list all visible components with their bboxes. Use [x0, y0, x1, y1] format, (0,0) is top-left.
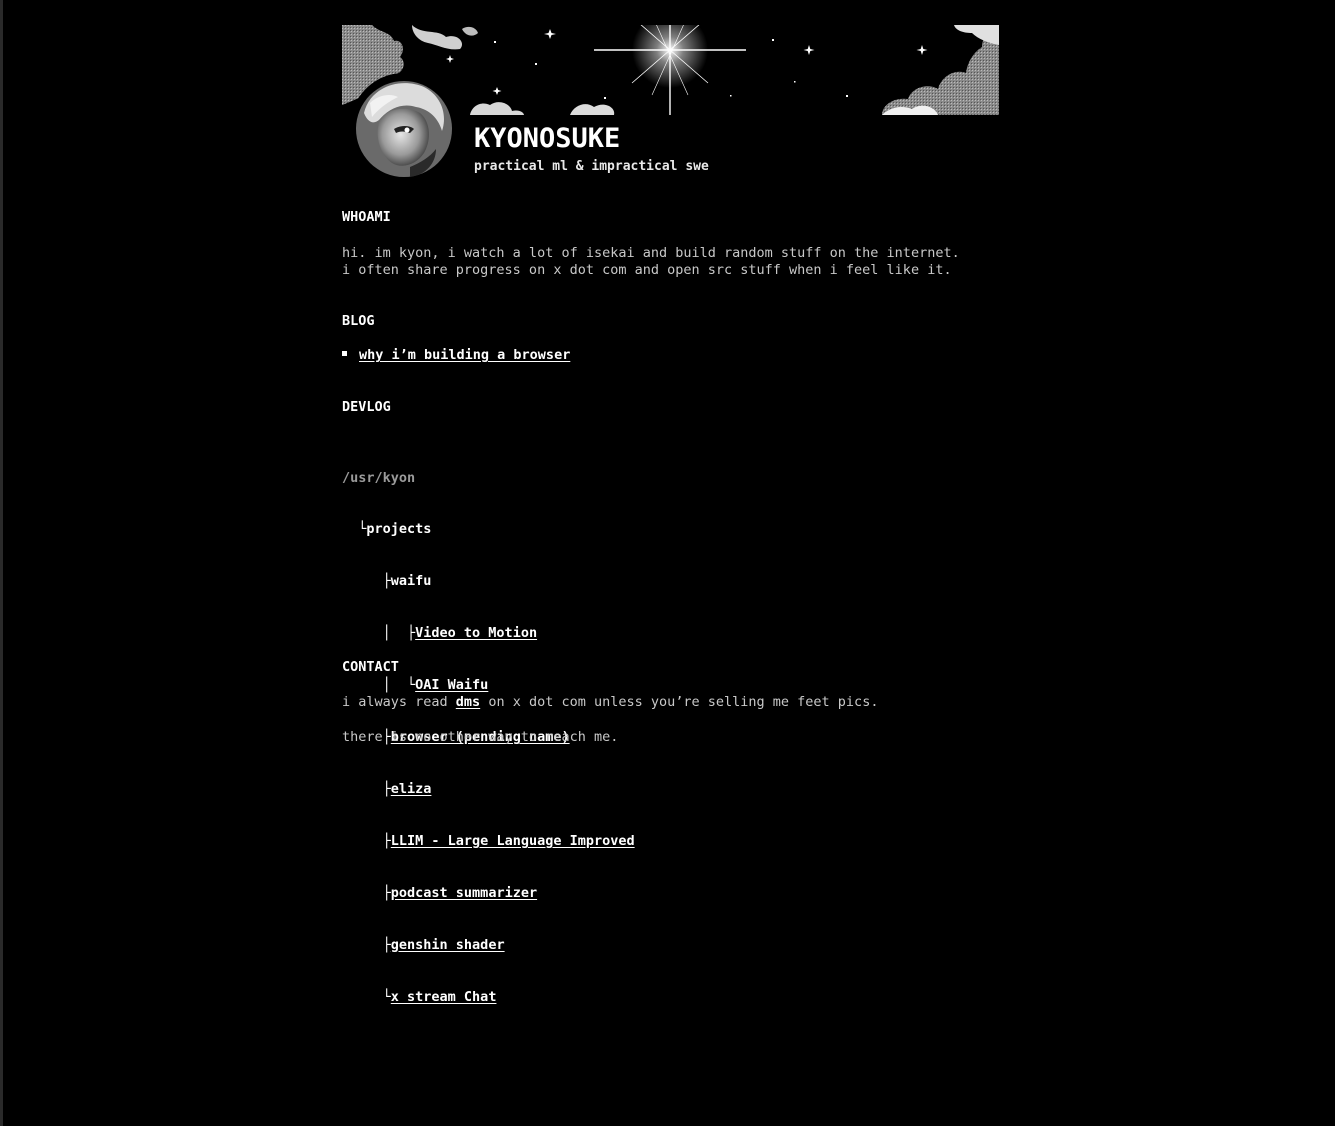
tree-branch-icon: ├ — [342, 573, 391, 590]
whoami-heading: WHOAMI — [342, 209, 391, 225]
tree-branch-icon: ├ — [342, 832, 391, 849]
tree-branch-icon: └ — [342, 521, 367, 538]
tree-folder-projects: projects — [366, 521, 432, 538]
tree-folder-waifu: waifu — [390, 573, 432, 590]
tree-branch-icon: ├ — [342, 780, 391, 797]
blog-heading: BLOG — [342, 313, 375, 329]
blog-list: why i’m building a browser — [342, 347, 570, 364]
tagline: practical ml & impractical swe — [474, 159, 709, 174]
window-edge — [0, 0, 3, 1126]
header: KYONOSUKE practical ml & impractical swe — [474, 123, 709, 174]
project-link[interactable]: x stream Chat — [391, 989, 497, 1005]
tree-branch-icon: │ ├ — [342, 625, 416, 642]
tree-branch-icon: │ └ — [342, 677, 416, 694]
project-link[interactable]: Video to Motion — [415, 625, 537, 641]
contact-text: i always read — [342, 694, 456, 710]
list-item: why i’m building a browser — [342, 347, 570, 364]
bullet-icon — [342, 351, 347, 356]
tree-root: /usr/kyon — [342, 469, 416, 486]
project-link[interactable]: genshin shader — [391, 937, 505, 953]
page: KYONOSUKE practical ml & impractical swe… — [342, 25, 999, 1005]
dms-link[interactable]: dms — [456, 694, 480, 710]
contact-line-1: i always read dms on x dot com unless yo… — [342, 694, 878, 711]
contact-line-2: there is no other way to reach me. — [342, 729, 619, 745]
tree-branch-icon: ├ — [342, 936, 391, 953]
contact-heading: CONTACT — [342, 659, 399, 675]
project-link[interactable]: LLIM - Large Language Improved — [391, 833, 635, 849]
site-title: KYONOSUKE — [474, 123, 621, 154]
tree-branch-icon: ├ — [342, 884, 391, 901]
whoami-line-2: i often share progress on x dot com and … — [342, 262, 952, 278]
project-link[interactable]: eliza — [391, 781, 432, 797]
tree-branch-icon: └ — [342, 988, 391, 1005]
project-link[interactable]: podcast summarizer — [391, 885, 537, 901]
avatar — [350, 73, 458, 181]
devlog-heading: DEVLOG — [342, 399, 391, 415]
project-link[interactable]: OAI Waifu — [415, 677, 488, 693]
whoami-line-1: hi. im kyon, i watch a lot of isekai and… — [342, 245, 960, 261]
whoami-text: hi. im kyon, i watch a lot of isekai and… — [342, 245, 960, 279]
blog-post-link[interactable]: why i’m building a browser — [359, 347, 570, 363]
contact-text: on x dot com unless you’re selling me fe… — [480, 694, 879, 710]
